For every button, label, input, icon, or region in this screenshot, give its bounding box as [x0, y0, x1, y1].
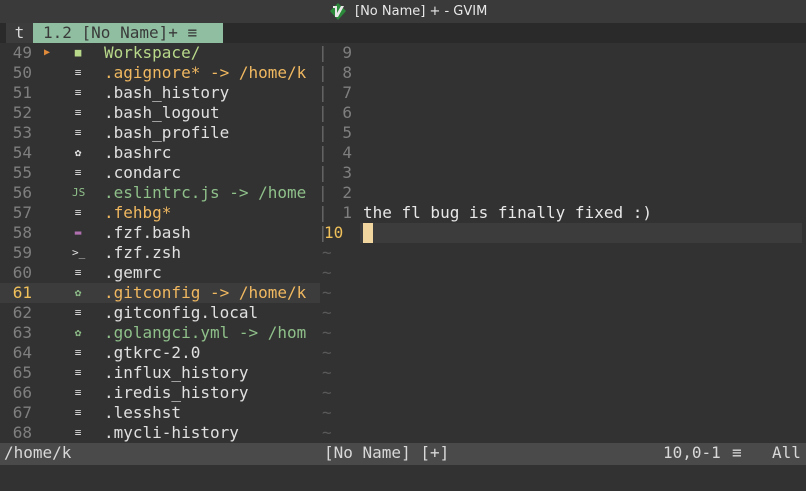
- tree-entry[interactable]: .gtkrc-2.0: [104, 343, 200, 363]
- file-lines-icon: ≡: [74, 106, 82, 119]
- tree-line-number: 61: [12, 283, 32, 302]
- empty-line-tilde: ~: [322, 303, 332, 322]
- file-lines-icon: ≡: [74, 206, 82, 219]
- tree-entry[interactable]: .influx_history: [104, 363, 249, 383]
- relative-line-number: 5: [342, 123, 352, 142]
- file-lines-icon: ≡: [74, 166, 82, 179]
- tree-line-number: 58: [12, 223, 32, 242]
- file-lines-icon: ≡: [74, 366, 82, 379]
- empty-line-tilde: ~: [322, 323, 332, 342]
- tree-line-number: 50: [12, 63, 32, 82]
- file-lines-icon: ≡: [74, 266, 82, 279]
- empty-line-tilde: ~: [322, 363, 332, 382]
- tree-line-number: 65: [12, 363, 32, 382]
- tree-entry[interactable]: .gitconfig -> /home/k: [104, 283, 306, 303]
- shell-script-icon: ▬: [74, 226, 82, 239]
- tree-entry[interactable]: .gemrc: [104, 263, 162, 283]
- status-path: /home/k: [4, 443, 72, 462]
- current-line-number: 10: [324, 223, 344, 242]
- gear-icon: ✿: [74, 146, 82, 159]
- buffer-text-line[interactable]: the fl bug is finally fixed :): [363, 203, 652, 223]
- tree-entry[interactable]: .bashrc: [104, 143, 171, 163]
- tabline: t 1.2 [No Name]+ ≡: [0, 23, 806, 43]
- terminal-icon: >_: [72, 246, 86, 259]
- tree-entry[interactable]: .bash_profile: [104, 123, 229, 143]
- javascript-icon: JS: [72, 186, 86, 199]
- file-lines-icon: ≡: [74, 346, 82, 359]
- relative-line-number: 1: [342, 203, 352, 222]
- tree-line-number: 66: [12, 383, 32, 402]
- file-lines-icon: ≡: [74, 406, 82, 419]
- empty-line-tilde: ~: [322, 423, 332, 442]
- tree-line-number: 68: [12, 423, 32, 442]
- vim-logo-icon: [330, 3, 346, 20]
- tree-line-number: 64: [12, 343, 32, 362]
- tree-entry[interactable]: .lesshst: [104, 403, 181, 423]
- tree-line-number: 54: [12, 143, 32, 162]
- window-titlebar: [No Name] + - GVIM: [0, 0, 806, 23]
- tree-line-number: 57: [12, 203, 32, 222]
- file-lines-icon: ≡: [74, 306, 82, 319]
- tab-active[interactable]: 1.2 [No Name]+ ≡: [33, 23, 223, 43]
- tree-entry[interactable]: Workspace/: [104, 43, 200, 63]
- tree-entry[interactable]: .iredis_history: [104, 383, 249, 403]
- tree-entry[interactable]: .gitconfig.local: [104, 303, 258, 323]
- tree-line-number: 51: [12, 83, 32, 102]
- empty-line-tilde: ~: [322, 243, 332, 262]
- folder-icon: ■: [74, 46, 82, 59]
- tree-entry[interactable]: .fehbg*: [104, 203, 171, 223]
- tree-entry[interactable]: .fzf.bash: [104, 223, 191, 243]
- status-buffer-name: [No Name] [+]: [324, 443, 450, 462]
- gear-icon: ✿: [74, 326, 82, 339]
- tree-line-number: 59: [12, 243, 32, 262]
- tree-entry[interactable]: .bash_logout: [104, 103, 220, 123]
- relative-line-number: 8: [342, 63, 352, 82]
- relative-line-number: 7: [342, 83, 352, 102]
- vim-editor[interactable]: t 1.2 [No Name]+ ≡ 49 ▶ ■ Workspace/| 50 ≡ .ag…: [0, 23, 806, 491]
- empty-line-tilde: ~: [322, 383, 332, 402]
- file-lines-icon: ≡: [74, 386, 82, 399]
- tree-entry[interactable]: .agignore* -> /home/k: [104, 63, 306, 83]
- tree-entry[interactable]: .bash_history: [104, 83, 229, 103]
- empty-line-tilde: ~: [322, 283, 332, 302]
- gear-icon: ✿: [74, 286, 82, 299]
- relative-line-number: 6: [342, 103, 352, 122]
- tree-line-number: 52: [12, 103, 32, 122]
- buffer-cursor-line: [360, 223, 802, 243]
- tree-entry[interactable]: .mycli-history: [104, 423, 239, 443]
- tree-line-number: 55: [12, 163, 32, 182]
- text-cursor: [363, 223, 373, 243]
- tree-line-number: 67: [12, 403, 32, 422]
- relative-line-number: 4: [342, 143, 352, 162]
- status-line: /home/k [No Name] [+] 10,0-1 ≡ All: [0, 443, 806, 465]
- empty-line-tilde: ~: [322, 343, 332, 362]
- tree-line-number: 62: [12, 303, 32, 322]
- tree-line-number: 63: [12, 323, 32, 342]
- tree-entry[interactable]: .fzf.zsh: [104, 243, 181, 263]
- status-position: 10,0-1: [663, 443, 721, 462]
- tree-entry[interactable]: .golangci.yml -> /hom: [104, 323, 306, 343]
- relative-line-number: 2: [342, 183, 352, 202]
- empty-line-tilde: ~: [322, 263, 332, 282]
- tree-line-number: 53: [12, 123, 32, 142]
- empty-line-tilde: ~: [322, 403, 332, 422]
- tab-t[interactable]: t: [6, 23, 33, 43]
- tree-line-number: 56: [12, 183, 32, 202]
- relative-line-number: 9: [342, 43, 352, 62]
- status-menu-icon: ≡: [732, 443, 742, 462]
- file-lines-icon: ≡: [74, 86, 82, 99]
- tree-entry[interactable]: .eslintrc.js -> /home: [104, 183, 306, 203]
- tree-line-number: 60: [12, 263, 32, 282]
- file-lines-icon: ≡: [74, 426, 82, 439]
- tree-line-number: 49: [12, 43, 32, 62]
- tree-entry[interactable]: .condarc: [104, 163, 181, 183]
- relative-line-number: 3: [342, 163, 352, 182]
- expand-arrow-icon[interactable]: ▶: [44, 43, 50, 63]
- file-lines-icon: ≡: [74, 126, 82, 139]
- file-lines-icon: ≡: [74, 66, 82, 79]
- status-percent: All: [772, 443, 801, 462]
- window-title: [No Name] + - GVIM: [355, 4, 488, 19]
